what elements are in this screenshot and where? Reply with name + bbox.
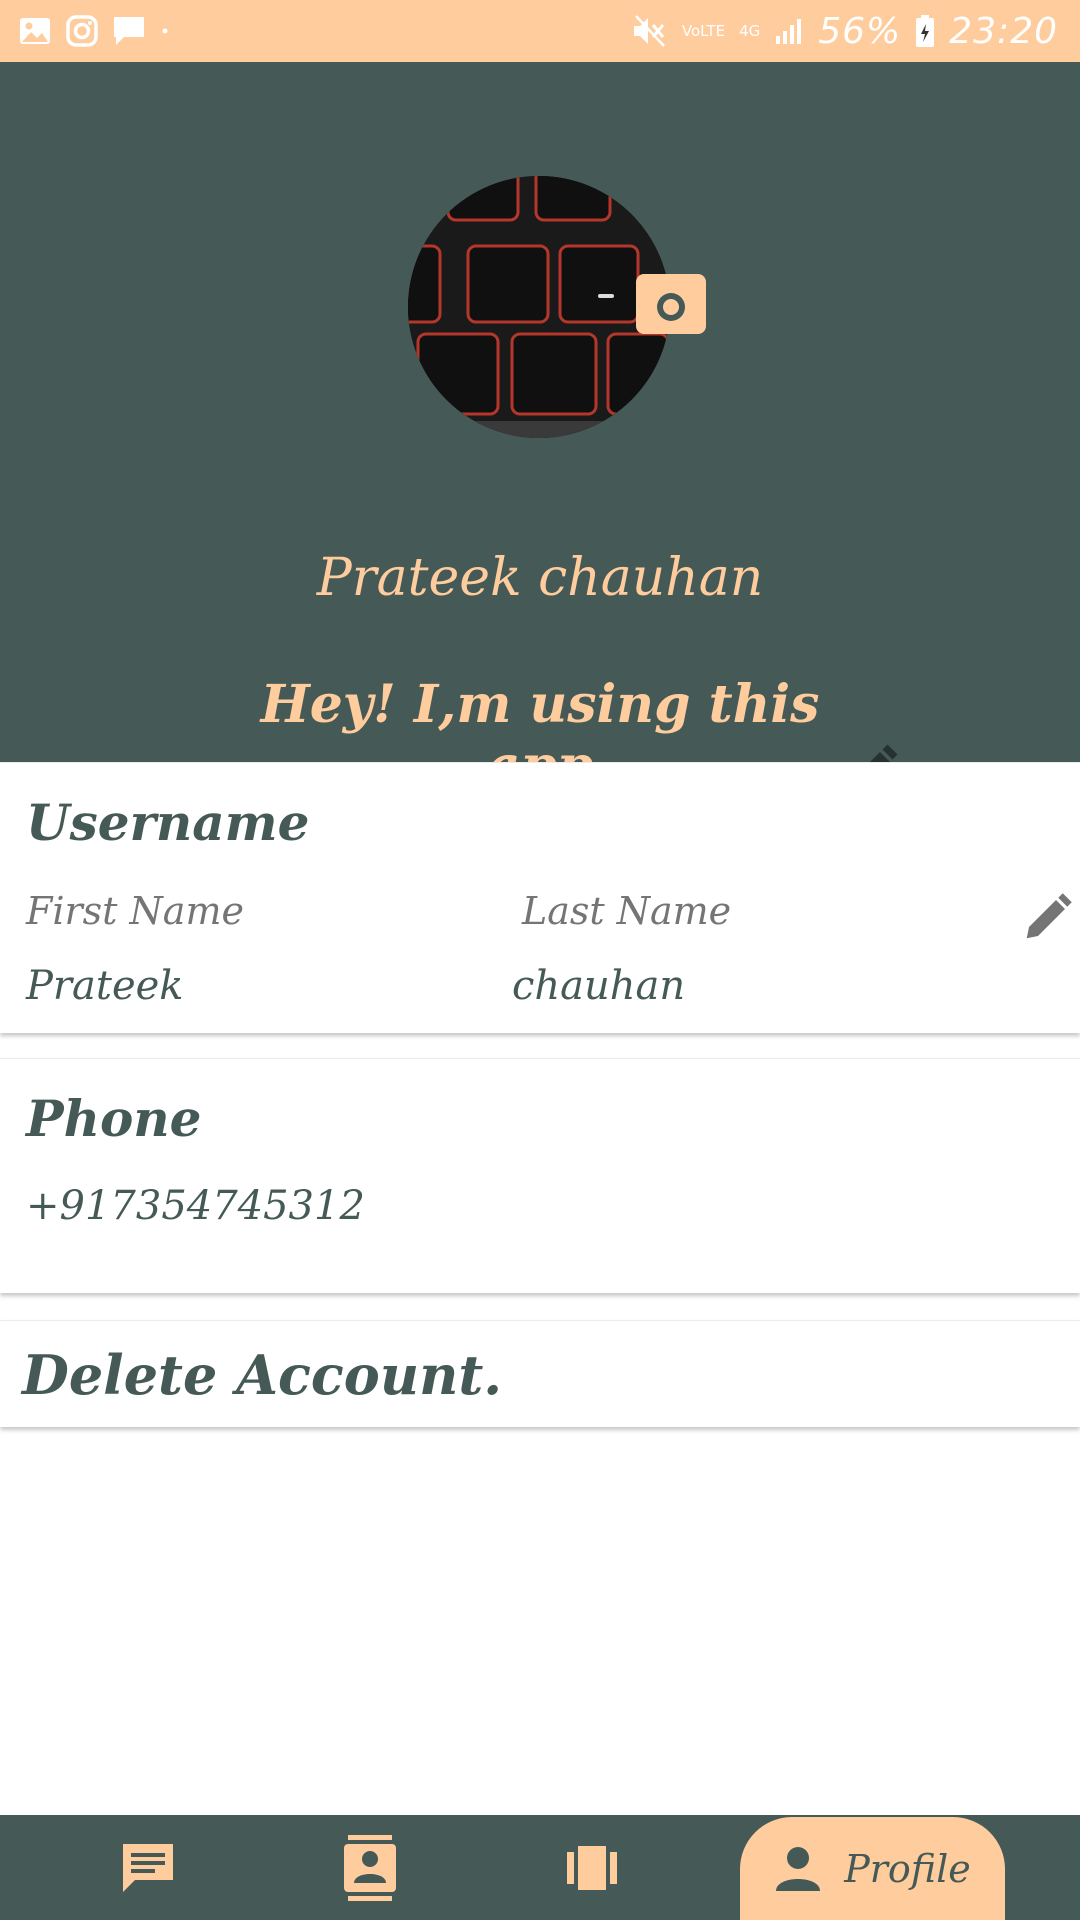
- nav-profile-label: Profile: [844, 1846, 971, 1891]
- battery-icon: [916, 15, 935, 47]
- avatar[interactable]: [408, 176, 670, 438]
- nav-contacts-button[interactable]: [310, 1815, 430, 1920]
- status-bar: VoLTE 4G 56% 23:20: [0, 0, 1080, 62]
- gallery-icon: [20, 18, 50, 44]
- phone-title: Phone: [26, 1089, 202, 1148]
- network-type-indicator: 4G: [739, 21, 761, 40]
- last-name-label: Last Name: [522, 889, 732, 933]
- username-title: Username: [26, 793, 310, 852]
- person-icon: [776, 1846, 821, 1891]
- status-bar-right: VoLTE 4G 56% 23:20: [632, 11, 1058, 52]
- delete-account-label[interactable]: Delete Account.: [22, 1343, 502, 1407]
- camera-icon: [646, 282, 696, 326]
- profile-header: Prateek chauhan Hey! I,m using this app: [0, 62, 1080, 796]
- volte-indicator: VoLTE: [681, 21, 726, 40]
- contacts-icon: [344, 1834, 396, 1901]
- username-card: Username First Name Last Name Prateek ch…: [0, 762, 1080, 1033]
- delete-account-card[interactable]: Delete Account.: [0, 1320, 1080, 1427]
- stories-icon: [567, 1845, 617, 1890]
- nav-profile-button[interactable]: Profile: [740, 1817, 1005, 1920]
- last-name-value: chauhan: [512, 963, 686, 1009]
- phone-number: +917354745312: [26, 1183, 365, 1229]
- battery-percent: 56%: [818, 10, 902, 52]
- change-photo-button[interactable]: [636, 274, 706, 334]
- bottom-navigation: Profile: [0, 1815, 1080, 1920]
- dot-icon: [162, 28, 168, 34]
- phone-card: Phone +917354745312: [0, 1058, 1080, 1293]
- edit-username-icon[interactable]: [1020, 891, 1074, 945]
- chat-icon: [123, 1843, 173, 1892]
- nav-chats-button[interactable]: [88, 1815, 208, 1920]
- profile-name: Prateek chauhan: [316, 548, 764, 608]
- avatar-keyboard-photo: [408, 176, 670, 438]
- instagram-icon: [66, 15, 98, 47]
- clock: 23:20: [949, 10, 1058, 52]
- message-icon: [114, 17, 144, 45]
- nav-stories-button[interactable]: [532, 1815, 652, 1920]
- signal-icon: [776, 19, 802, 44]
- first-name-value: Prateek: [26, 963, 184, 1009]
- status-bar-left: [18, 15, 170, 47]
- first-name-label: First Name: [26, 889, 244, 933]
- mute-icon: [633, 15, 665, 47]
